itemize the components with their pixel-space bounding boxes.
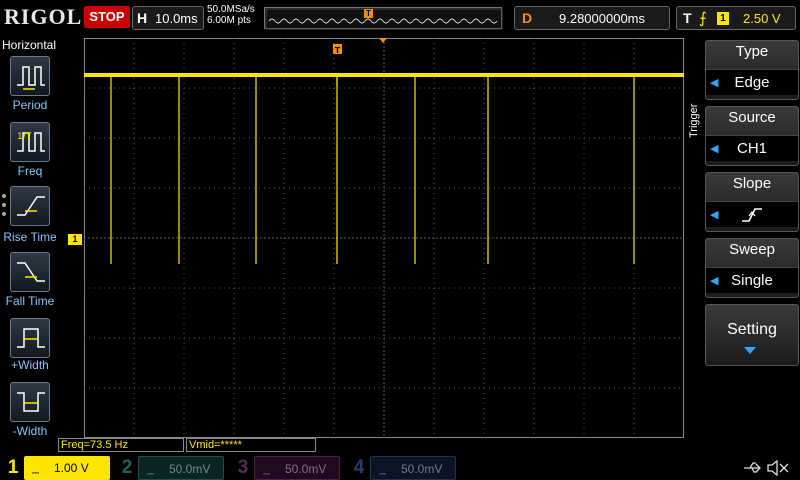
ch2-scale-box: ⎓ 50.0mV [138,456,224,480]
ch3-scale: 50.0mV [285,462,327,476]
rise-time-icon [17,196,45,216]
dc-coupling-icon: ⎓ [147,469,155,479]
freq-icon: 1/T [17,132,45,152]
trigger-menu-label: Trigger [688,103,700,139]
timebase-value: 10.0ms [155,11,198,26]
sample-rate: 50.0MSa/s [207,4,255,15]
period-label: Period [12,98,48,112]
period-icon [17,66,45,90]
center-position-arrow [379,38,387,43]
ch4-number: 4 [353,457,365,478]
delay-box[interactable]: D 9.28000000ms [514,6,670,30]
pos-width-button[interactable] [10,318,50,358]
top-status-bar: RIGOL STOP H 10.0ms 50.0MSa/s 6.00M pts … [0,0,800,36]
ch1-high-level [84,73,684,77]
source-value-field: ◀ CH1 [706,135,798,161]
freq-label: Freq [17,164,43,178]
waveform-display[interactable]: T [84,38,684,438]
sweep-label: Sweep [729,241,775,258]
left-arrow-icon: ◀ [710,209,719,221]
fall-time-label: Fall Time [5,294,55,308]
fall-time-button[interactable] [10,252,50,292]
memory-overview-strip[interactable] [264,7,503,30]
down-arrow-icon [744,347,756,354]
rise-time-button[interactable] [10,186,50,226]
fall-time-icon [17,262,45,282]
trigger-time-marker-label: T [335,46,341,55]
freq-measurement: Freq=73.5 Hz [58,438,184,452]
trigger-box[interactable]: T ⨍ 1 2.50 V [676,6,796,30]
vmid-measurement: Vmid=***** [186,438,316,452]
pos-width-icon [17,328,45,348]
trigger-sweep-button[interactable]: Sweep ◀ Single [705,238,799,298]
status-icons [742,458,796,480]
slope-value-field: ◀ [706,201,798,227]
sweep-value: Single [731,272,773,289]
neg-width-label: -Width [12,424,48,438]
rising-edge-icon [742,208,762,222]
period-button[interactable] [10,56,50,96]
left-arrow-icon: ◀ [710,275,719,287]
trigger-setting-button[interactable]: Setting [705,304,799,366]
acquisition-info: 50.0MSa/s 6.00M pts [207,4,255,26]
panel-title: Horizontal [2,38,57,52]
trigger-level: 2.50 V [743,11,781,26]
type-value: Edge [734,74,770,91]
setting-label: Setting [727,321,777,338]
trigger-type-button[interactable]: Type ◀ Edge [705,40,799,100]
type-value-field: ◀ Edge [706,69,798,95]
channel-bar: 1 ⎓ 1.00 V 2 ⎓ 50.0mV 3 ⎓ 50.0mV 4 ⎓ 50.… [0,454,800,480]
trigger-source-button[interactable]: Source ◀ CH1 [705,106,799,166]
delay-label: D [522,10,533,26]
sweep-value-field: ◀ Single [706,267,798,293]
slope-label: Slope [732,175,772,192]
ch3-number: 3 [237,457,249,478]
svg-text:1/T: 1/T [17,132,32,142]
ch2-number: 2 [121,457,133,478]
ch3-scale-box: ⎓ 50.0mV [254,456,340,480]
rising-edge-icon: ⨍ [699,10,707,27]
timebase-box[interactable]: H 10.0ms [132,6,204,30]
usb-icon [744,462,761,473]
ch1-offset-marker[interactable]: 1 [68,234,82,245]
neg-width-icon [17,392,45,412]
neg-width-button[interactable] [10,382,50,422]
ch2-scale: 50.0mV [169,462,211,476]
memory-overview-waveform [265,8,503,30]
source-label: Source [728,109,776,126]
rise-time-label: Rise Time [3,230,57,244]
ch1-scale: 1.00 V [54,461,89,475]
horizontal-measure-panel: Horizontal Period 1/T Freq Rise Time Fal… [0,36,60,452]
ch4-scale-box: ⎓ 50.0mV [370,456,456,480]
left-arrow-icon: ◀ [710,77,719,89]
page-indicator [2,194,6,221]
run-stop-indicator[interactable]: STOP [84,6,130,28]
trigger-label: T [683,10,692,26]
ch4-scale: 50.0mV [401,462,443,476]
pos-width-label: +Width [11,358,49,372]
delay-value: 9.28000000ms [559,11,646,26]
dc-coupling-icon: ⎓ [32,468,40,478]
rigol-logo: RIGOL [4,4,83,29]
trigger-source-badge: 1 [717,12,729,25]
ch1-scale-box: ⎓ 1.00 V [24,456,110,480]
horizontal-label: H [137,10,148,26]
memory-depth: 6.00M pts [207,15,251,26]
ch1-number: 1 [7,457,19,478]
dc-coupling-icon: ⎓ [379,469,387,479]
freq-button[interactable]: 1/T [10,122,50,162]
speaker-muted-icon [767,459,789,477]
type-label: Type [735,43,769,60]
source-value: CH1 [736,140,767,157]
trigger-position-marker: T [364,9,373,18]
trigger-slope-button[interactable]: Slope ◀ [705,172,799,232]
dc-coupling-icon: ⎓ [263,469,271,479]
left-arrow-icon: ◀ [710,143,719,155]
trigger-menu: Trigger Type ◀ Edge Source ◀ CH1 Slope ◀… [688,36,800,436]
